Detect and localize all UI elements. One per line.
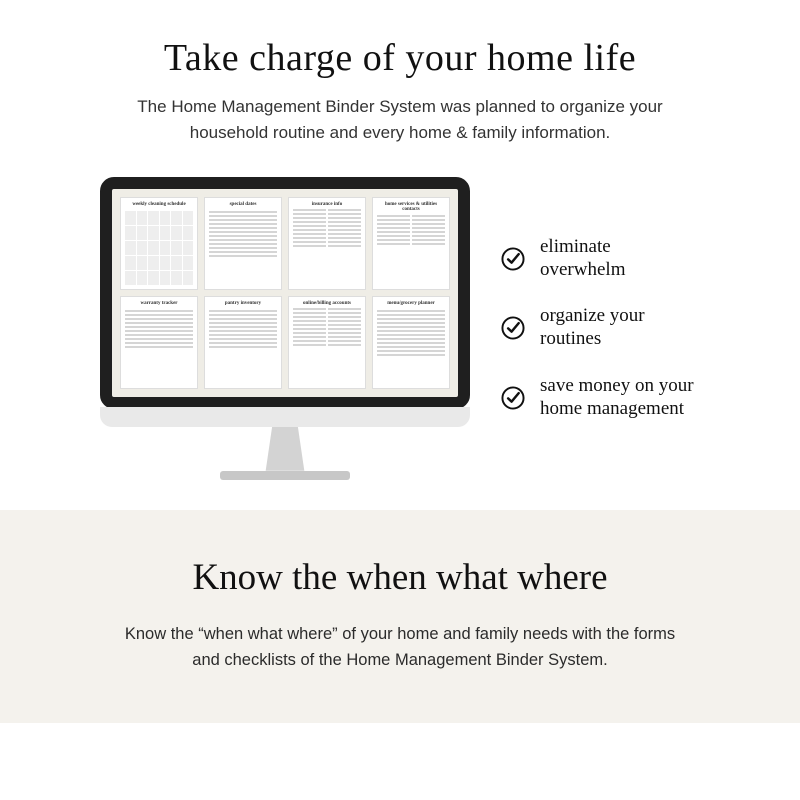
benefit-label: organize your routines: [540, 305, 700, 351]
secondary-headline: Know the when what where: [70, 556, 730, 599]
page-title: menu/grocery planner: [377, 301, 445, 307]
check-circle-icon: [500, 246, 526, 272]
secondary-section: Know the when what where Know the “when …: [0, 510, 800, 724]
check-circle-icon: [500, 385, 526, 411]
secondary-subhead: Know the “when what where” of your home …: [120, 621, 680, 674]
hero-section: Take charge of your home life The Home M…: [0, 0, 800, 510]
page-title: home services & utilities contacts: [377, 202, 445, 213]
binder-page: home services & utilities contacts: [372, 197, 450, 290]
benefit-item: organize your routines: [500, 305, 700, 351]
benefits-list: eliminate overwhelm organize your routin…: [500, 236, 700, 421]
monitor-screen: weekly cleaning schedule special dates: [100, 177, 470, 409]
hero-subhead: The Home Management Binder System was pl…: [120, 94, 680, 147]
binder-page: pantry inventory: [204, 296, 282, 389]
monitor-mockup: weekly cleaning schedule special dates: [100, 177, 470, 480]
monitor-chin: [100, 407, 470, 427]
binder-page: insurance info: [288, 197, 366, 290]
monitor-base: [220, 471, 350, 480]
benefit-label: save money on your home management: [540, 375, 700, 421]
page-title: weekly cleaning schedule: [125, 202, 193, 208]
binder-page: weekly cleaning schedule: [120, 197, 198, 290]
page-title: special dates: [209, 202, 277, 208]
hero-row: weekly cleaning schedule special dates: [60, 177, 740, 480]
page-title: online/billing accounts: [293, 301, 361, 307]
check-circle-icon: [500, 315, 526, 341]
binder-page: online/billing accounts: [288, 296, 366, 389]
binder-page: warranty tracker: [120, 296, 198, 389]
page-title: pantry inventory: [209, 301, 277, 307]
hero-headline: Take charge of your home life: [60, 36, 740, 80]
binder-page: menu/grocery planner: [372, 296, 450, 389]
benefit-item: eliminate overwhelm: [500, 236, 700, 282]
page-title: warranty tracker: [125, 301, 193, 307]
benefit-item: save money on your home management: [500, 375, 700, 421]
page-title: insurance info: [293, 202, 361, 208]
binder-page: special dates: [204, 197, 282, 290]
benefit-label: eliminate overwhelm: [540, 236, 700, 282]
monitor-stand: [262, 427, 308, 471]
